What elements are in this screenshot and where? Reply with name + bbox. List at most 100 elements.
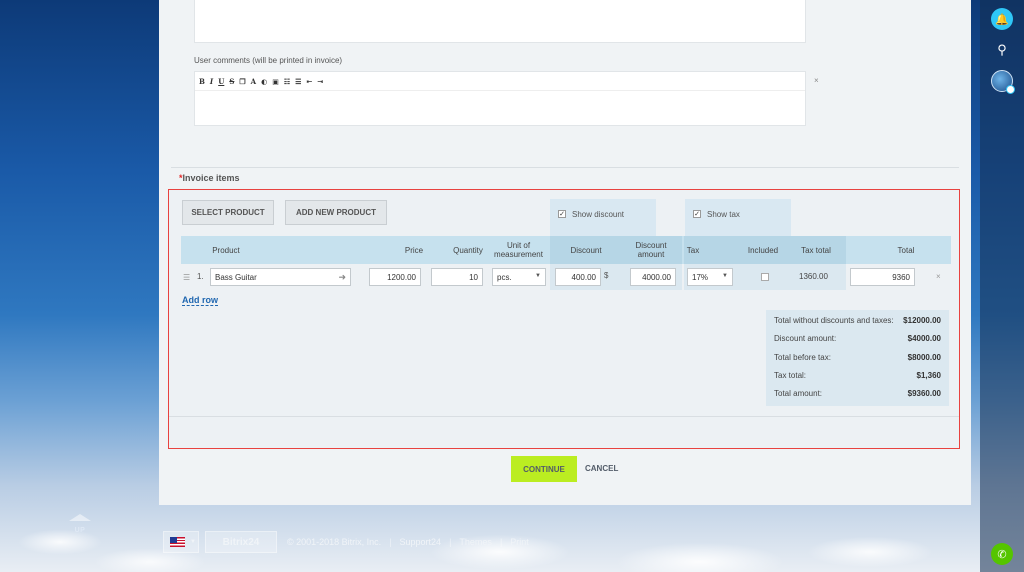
total-value: $12000.00 <box>903 316 941 325</box>
footer: ▼ Bitrix24 © 2001-2018 Bitrix, Inc. | Su… <box>163 531 529 553</box>
quantity-input[interactable]: 10 <box>431 268 483 286</box>
chevron-down-icon: ▼ <box>190 539 196 545</box>
chevron-down-icon: ▼ <box>722 273 728 279</box>
indent-button[interactable]: ⇥ <box>317 77 323 86</box>
total-label: Total without discounts and taxes: <box>774 316 894 325</box>
themes-link[interactable]: Themes <box>459 537 492 547</box>
tax-included-checkbox[interactable] <box>761 273 769 281</box>
col-tax-total: Tax total <box>801 245 831 255</box>
price-input[interactable]: 1200.00 <box>369 268 421 286</box>
italic-button[interactable]: I <box>210 77 213 86</box>
invoice-form-panel: User comments (will be printed in invoic… <box>159 0 971 505</box>
show-tax-toggle[interactable]: ✓ Show tax <box>685 199 791 236</box>
totals-box: Total without discounts and taxes: $12000… <box>766 310 949 406</box>
product-name-value: Bass Guitar <box>215 272 257 282</box>
font-color-button[interactable]: A <box>251 77 256 86</box>
show-tax-checkbox[interactable]: ✓ <box>693 210 701 218</box>
editor-top-area[interactable] <box>194 0 806 43</box>
strikethrough-button[interactable]: S <box>229 77 234 86</box>
bold-button[interactable]: B <box>199 77 205 86</box>
show-discount-label: Show discount <box>572 210 625 219</box>
close-icon[interactable]: × <box>814 76 819 85</box>
scroll-up-button[interactable]: UP <box>64 514 96 534</box>
cancel-button[interactable]: CANCEL <box>585 464 618 473</box>
copyright-text: © 2001-2018 Bitrix, Inc. <box>287 537 382 547</box>
total-label: Discount amount: <box>774 334 837 344</box>
up-arrow-icon <box>69 514 91 521</box>
avatar-settings-icon <box>1006 85 1015 94</box>
remove-format-button[interactable]: ❐ <box>239 77 245 86</box>
section-bottom-divider <box>169 416 959 417</box>
add-new-product-button[interactable]: ADD NEW PRODUCT <box>285 200 387 225</box>
unordered-list-button[interactable]: ☰ <box>295 77 301 86</box>
insert-link-button[interactable]: ◐ <box>261 77 267 86</box>
scroll-up-label: UP <box>74 527 86 534</box>
col-price: Price <box>404 245 424 255</box>
show-tax-label: Show tax <box>707 210 740 219</box>
total-label: Total before tax: <box>774 352 831 362</box>
total-value: $8000.00 <box>907 352 941 362</box>
total-label: Tax total: <box>774 370 807 380</box>
tax-total-value: 1360.00 <box>799 272 828 281</box>
discount-amount-input[interactable]: 4000.00 <box>630 268 676 286</box>
search-icon[interactable]: ⚲ <box>991 39 1013 61</box>
add-row-link[interactable]: Add row <box>182 295 218 306</box>
underline-button[interactable]: U <box>218 77 224 86</box>
arrow-right-icon[interactable]: ➜ <box>338 272 346 283</box>
print-link[interactable]: Print <box>510 537 529 547</box>
row-number: 1. <box>197 272 204 281</box>
insert-image-button[interactable]: ▣ <box>272 77 279 86</box>
product-name-input[interactable]: Bass Guitar ➜ <box>210 268 351 286</box>
col-tax: Tax <box>686 245 700 255</box>
delete-row-icon[interactable]: × <box>936 272 941 281</box>
unit-value: pcs. <box>497 272 512 282</box>
col-total: Total <box>897 245 915 255</box>
col-quantity: Quantity <box>453 245 483 255</box>
discount-currency: $ <box>604 271 609 280</box>
us-flag-icon <box>170 537 185 547</box>
chevron-down-icon: ▼ <box>535 273 541 279</box>
tax-value: 17% <box>692 272 709 282</box>
right-sidebar: 🔔 ⚲ ✆ <box>980 0 1024 572</box>
table-header: Product Price Quantity Unit of measureme… <box>181 236 951 264</box>
support-link[interactable]: Support24 <box>400 537 442 547</box>
continue-button[interactable]: CONTINUE <box>511 456 577 482</box>
footer-separator: | <box>449 537 452 547</box>
drag-handle-icon[interactable]: ☰ <box>183 273 190 282</box>
total-line: Total amount: $9360.00 <box>774 389 941 407</box>
total-input[interactable]: 9360 <box>850 268 915 286</box>
show-discount-checkbox[interactable]: ✓ <box>558 210 566 218</box>
col-discount-amount: Discount amount <box>635 241 667 259</box>
table-row: ☰ 1. Bass Guitar ➜ 1200.00 10 pcs. ▼ 400… <box>181 264 951 290</box>
invoice-items-title-text: Invoice items <box>182 173 240 183</box>
col-included: Included <box>747 245 779 255</box>
total-line: Total without discounts and taxes: $12000… <box>774 316 941 334</box>
total-label: Total amount: <box>774 389 823 399</box>
unit-select[interactable]: pcs. ▼ <box>492 268 546 286</box>
col-unit: Unit of measurement <box>494 241 543 259</box>
total-value: $4000.00 <box>907 334 941 344</box>
col-product: Product <box>212 245 240 255</box>
notifications-bell-icon[interactable]: 🔔 <box>991 8 1013 30</box>
phone-icon[interactable]: ✆ <box>991 543 1013 565</box>
section-divider <box>171 167 959 168</box>
outdent-button[interactable]: ⇤ <box>306 77 312 86</box>
show-discount-toggle[interactable]: ✓ Show discount <box>550 199 656 236</box>
user-avatar[interactable] <box>991 70 1015 94</box>
footer-separator: | <box>499 537 503 547</box>
col-discount: Discount <box>570 245 602 255</box>
tax-select[interactable]: 17% ▼ <box>687 268 733 286</box>
user-comments-label: User comments (will be printed in invoic… <box>194 56 343 65</box>
ordered-list-button[interactable]: ☷ <box>284 77 290 86</box>
select-product-button[interactable]: SELECT PRODUCT <box>182 200 274 225</box>
user-comments-editor[interactable]: B I U S ❐ A ◐ ▣ ☷ ☰ ⇤ ⇥ <box>194 71 806 126</box>
invoice-items-section: SELECT PRODUCT ADD NEW PRODUCT ✓ Show di… <box>168 189 960 449</box>
total-line: Tax total: $1,360 <box>774 371 941 389</box>
footer-separator: | <box>389 537 392 547</box>
bitrix24-logo[interactable]: Bitrix24 <box>205 531 277 553</box>
total-value: $1,360 <box>916 370 941 380</box>
editor-toolbar: B I U S ❐ A ◐ ▣ ☷ ☰ ⇤ ⇥ <box>195 72 805 91</box>
discount-input[interactable]: 400.00 <box>555 268 601 286</box>
language-selector[interactable]: ▼ <box>163 531 199 553</box>
invoice-items-title: *Invoice items <box>179 173 240 183</box>
